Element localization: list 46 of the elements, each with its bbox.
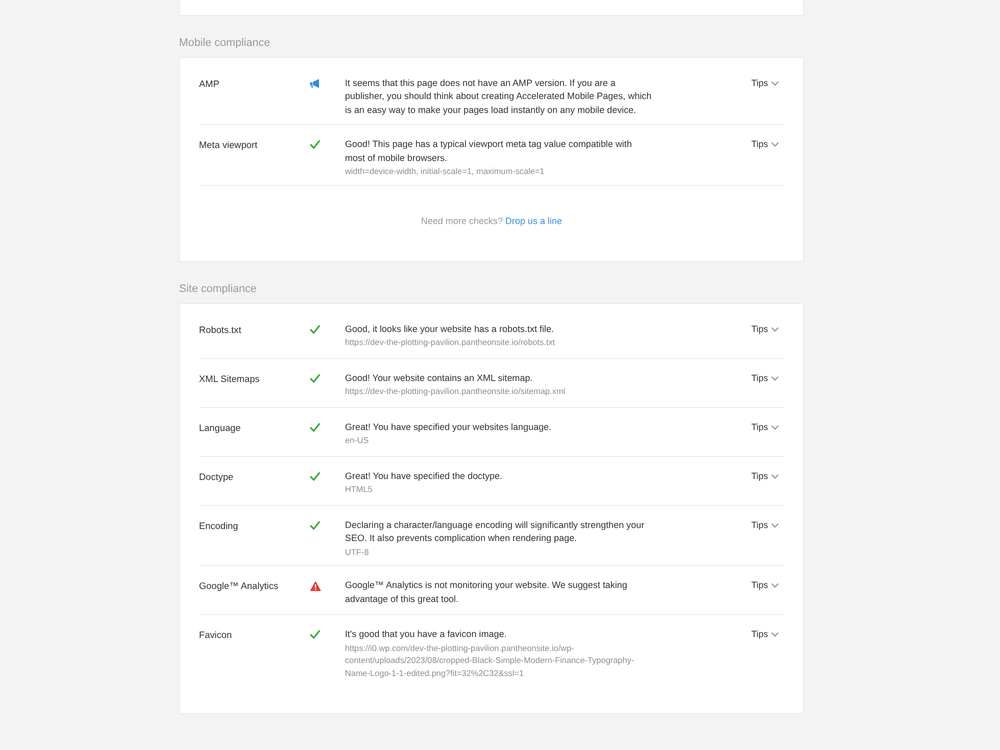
check-name: Robots.txt	[199, 322, 242, 336]
chevron-down-icon	[771, 474, 779, 480]
footer-note: Need more checks? Drop us a line	[420, 214, 563, 228]
check-message: Google™ Analytics is not monitoring your website. We suggest taking advantage of this great tool.	[345, 579, 628, 606]
check-name: Language	[199, 420, 242, 434]
chevron-down-icon	[771, 376, 779, 382]
chevron-down-icon	[771, 81, 779, 86]
check-detail: en-US	[345, 434, 370, 447]
check-message: Good! This page has a typical viewport meta tag value compatible with most of mobile browsers.	[345, 138, 633, 165]
tips-button[interactable]: Tips	[751, 579, 779, 593]
tips-button[interactable]: Tips	[751, 628, 779, 642]
check-message: It's good that you have a favicon image.	[345, 628, 508, 642]
check-message: It seems that this page does not have an AMP version. If you are a publisher, you should think about creating Accelerated Mobile Pages, which is an easy way to make your pages load instantly on any mobile device.	[345, 77, 652, 117]
check-detail: HTML5	[345, 483, 374, 496]
check-message: Good, it looks like your website has a robots.txt file.	[345, 322, 555, 336]
check-name: Google™ Analytics	[199, 579, 280, 593]
tips-button[interactable]: Tips	[751, 322, 779, 336]
chevron-down-icon	[771, 327, 779, 332]
check-message: Declaring a character/language encoding will significantly strengthen your SEO. It also prevents complication when rendering page.	[345, 518, 646, 546]
section-heading: Site compliance	[179, 282, 258, 296]
section-heading: Mobile compliance	[179, 36, 272, 50]
check-message: Great! You have specified your websites language.	[345, 420, 552, 434]
chevron-down-icon	[771, 583, 779, 588]
check-name: Favicon	[199, 628, 233, 642]
check-message: Good! Your website contains an XML sitemap.	[345, 372, 534, 385]
check-name: Meta viewport	[199, 138, 258, 152]
check-detail: https://i0.wp.com/dev-the-plotting-pavilion.pantheonsite.io/wp-content/uploads/2023/08/cropped-Black-Simple-Modern-Finance-Typography-Name-Logo-1-1-edited.png?fit=32%2C32&ssl=1	[345, 642, 636, 680]
tips-button[interactable]: Tips	[751, 420, 779, 434]
check-detail: UTF-8	[345, 546, 370, 558]
check-name: AMP	[199, 77, 220, 90]
tips-button[interactable]: Tips	[751, 470, 779, 484]
tips-button[interactable]: Tips	[751, 518, 779, 532]
check-detail: https://dev-the-plotting-pavilion.pantheonsite.io/robots.txt	[345, 336, 556, 349]
check-detail: https://dev-the-plotting-pavilion.pantheonsite.io/sitemap.xml	[345, 385, 566, 398]
chevron-down-icon	[771, 523, 779, 528]
chevron-down-icon	[771, 425, 779, 430]
chevron-down-icon	[771, 142, 779, 148]
check-name: Encoding	[199, 518, 240, 532]
check-message: Great! You have specified the doctype.	[345, 470, 504, 483]
check-name: XML Sitemaps	[199, 372, 261, 386]
check-detail: width=device-width, initial-scale=1, maximum-scale=1	[345, 165, 546, 178]
tips-button[interactable]: Tips	[751, 77, 779, 90]
tips-button[interactable]: Tips	[751, 138, 779, 152]
tips-button[interactable]: Tips	[751, 372, 779, 386]
chevron-down-icon	[771, 632, 779, 638]
check-name: Doctype	[199, 470, 234, 484]
